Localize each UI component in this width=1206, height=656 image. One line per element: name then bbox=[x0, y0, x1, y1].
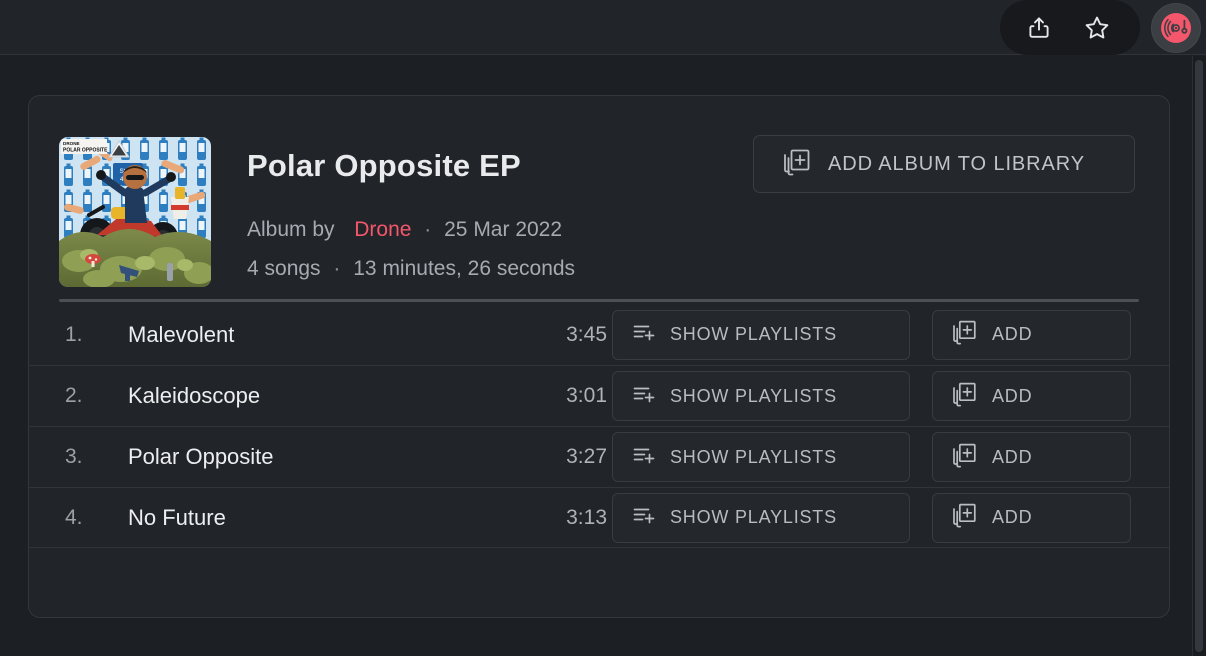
add-track-button[interactable]: ADD bbox=[932, 309, 1131, 360]
show-playlists-label: SHOW PLAYLISTS bbox=[670, 385, 837, 406]
top-bar bbox=[0, 0, 1206, 55]
track-title: Polar Opposite bbox=[128, 444, 274, 469]
vinyl-record-icon bbox=[1161, 13, 1191, 43]
track-number: 1. bbox=[65, 322, 83, 346]
show-playlists-label: SHOW PLAYLISTS bbox=[670, 324, 837, 344]
app-root: Steep 400m bbox=[0, 0, 1206, 656]
album-card: Steep 400m bbox=[28, 95, 1170, 618]
avatar[interactable] bbox=[1152, 4, 1200, 52]
album-duration: 13 minutes, 26 seconds bbox=[353, 257, 576, 280]
track-number: 2. bbox=[65, 384, 83, 407]
add-album-to-library-label: ADD ALBUM TO LIBRARY bbox=[828, 152, 1085, 175]
table-row[interactable]: 1. Malevolent 3:45 SHOW PLAYLISTS ADD bbox=[29, 304, 1169, 365]
track-duration: 3:13 bbox=[566, 505, 607, 529]
show-playlists-button[interactable]: SHOW PLAYLISTS bbox=[612, 492, 910, 543]
song-count: 4 songs bbox=[247, 257, 321, 280]
album-header: Steep 400m bbox=[29, 96, 1169, 302]
meta-separator-2: · bbox=[333, 257, 341, 280]
add-album-to-library-button[interactable]: ADD ALBUM TO LIBRARY bbox=[753, 135, 1135, 193]
table-row[interactable]: 4. No Future 3:13 SHOW PLAYLISTS ADD bbox=[29, 487, 1169, 548]
track-duration: 3:45 bbox=[566, 322, 607, 346]
star-icon[interactable] bbox=[1082, 13, 1112, 43]
track-duration: 3:27 bbox=[566, 445, 607, 468]
add-track-label: ADD bbox=[992, 324, 1033, 344]
add-to-library-icon bbox=[950, 441, 978, 474]
add-track-button[interactable]: ADD bbox=[932, 432, 1131, 482]
svg-text:POLAR OPPOSITE: POLAR OPPOSITE bbox=[63, 148, 108, 154]
artist-link[interactable]: Drone bbox=[354, 218, 411, 241]
track-title: Malevolent bbox=[128, 321, 235, 347]
add-to-library-icon bbox=[950, 501, 978, 534]
show-playlists-button[interactable]: SHOW PLAYLISTS bbox=[612, 309, 910, 360]
show-playlists-label: SHOW PLAYLISTS bbox=[670, 446, 837, 467]
track-title: No Future bbox=[128, 504, 226, 530]
track-title: Kaleidoscope bbox=[128, 383, 261, 408]
show-playlists-button[interactable]: SHOW PLAYLISTS bbox=[612, 432, 910, 482]
track-list: 1. Malevolent 3:45 SHOW PLAYLISTS ADD 2.… bbox=[29, 304, 1169, 548]
add-to-library-icon bbox=[950, 318, 978, 351]
header-divider bbox=[59, 299, 1139, 302]
add-to-library-icon bbox=[950, 380, 978, 413]
album-artwork: Steep 400m bbox=[59, 137, 211, 287]
meta-separator-1: · bbox=[424, 218, 432, 241]
playlist-add-icon bbox=[630, 502, 656, 533]
playlist-add-icon bbox=[630, 319, 656, 350]
album-by-label: Album by bbox=[247, 218, 335, 241]
playlist-add-icon bbox=[630, 381, 656, 412]
track-number: 4. bbox=[65, 505, 83, 529]
scrollbar-thumb[interactable] bbox=[1195, 60, 1203, 652]
add-track-label: ADD bbox=[992, 507, 1033, 527]
table-row[interactable]: 2. Kaleidoscope 3:01 SHOW PLAYLISTS ADD bbox=[29, 365, 1169, 426]
add-to-library-icon bbox=[780, 146, 812, 183]
svg-text:DRONE: DRONE bbox=[63, 141, 80, 146]
track-number: 3. bbox=[65, 445, 83, 468]
album-stats: 4 songs · 13 minutes, 26 seconds bbox=[247, 257, 575, 281]
show-playlists-label: SHOW PLAYLISTS bbox=[670, 507, 837, 527]
show-playlists-button[interactable]: SHOW PLAYLISTS bbox=[612, 371, 910, 421]
add-track-button[interactable]: ADD bbox=[932, 492, 1131, 543]
page-title: Polar Opposite EP bbox=[247, 148, 521, 183]
add-track-label: ADD bbox=[992, 446, 1033, 467]
table-row[interactable]: 3. Polar Opposite 3:27 SHOW PLAYLISTS AD… bbox=[29, 426, 1169, 487]
add-track-button[interactable]: ADD bbox=[932, 371, 1131, 421]
album-byline: Album by Drone · 25 Mar 2022 bbox=[247, 218, 562, 242]
release-date: 25 Mar 2022 bbox=[444, 218, 563, 241]
add-track-label: ADD bbox=[992, 385, 1033, 406]
share-icon[interactable] bbox=[1024, 13, 1054, 43]
toolbar-pill bbox=[1000, 0, 1140, 55]
track-duration: 3:01 bbox=[566, 384, 607, 407]
playlist-add-icon bbox=[630, 442, 656, 473]
